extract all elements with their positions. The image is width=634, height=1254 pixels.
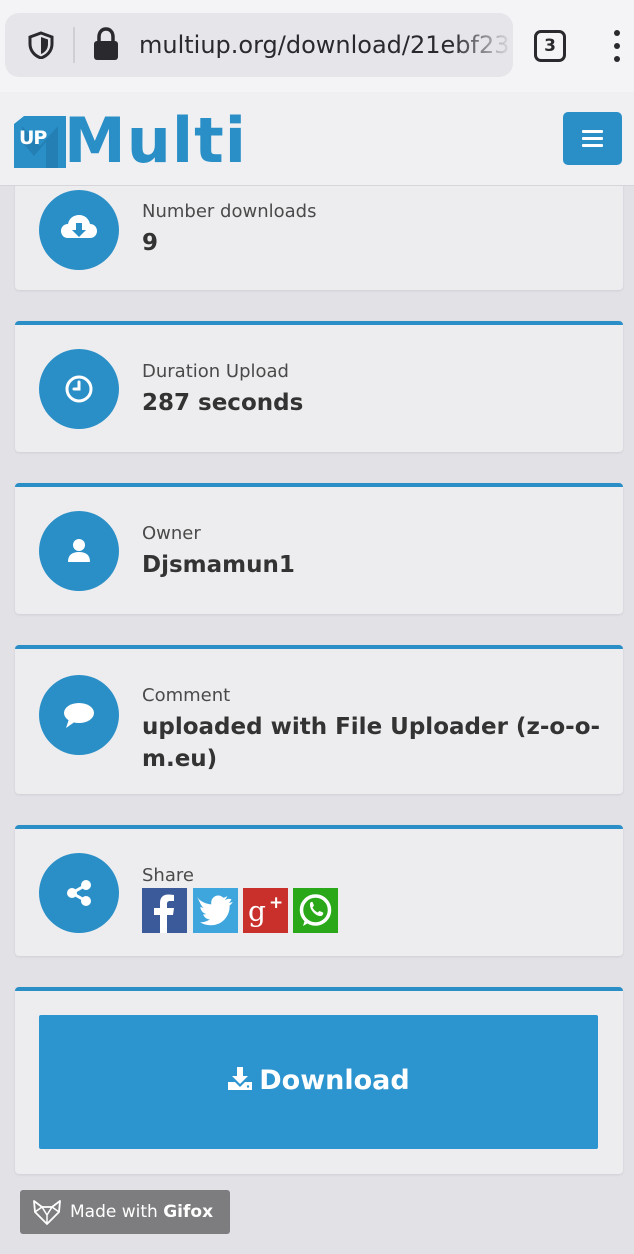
logo-badge-text: UP (19, 127, 47, 149)
facebook-icon[interactable] (142, 888, 187, 933)
gifox-watermark: Made with Gifox (20, 1190, 230, 1234)
duration-label: Duration Upload (142, 361, 289, 382)
browser-toolbar: multiup.org/download/21ebf239a77 3 (0, 0, 634, 92)
download-button-label: Download (39, 1063, 598, 1099)
svg-text:g: g (248, 895, 266, 928)
user-icon (39, 511, 119, 591)
download-icon (228, 1067, 253, 1090)
svg-text:+: + (269, 893, 283, 913)
lock-icon[interactable] (91, 27, 121, 61)
gifox-text: Made with Gifox (70, 1201, 213, 1223)
multiup-logo[interactable]: UP Multi (14, 104, 246, 177)
download-label-text: Download (259, 1065, 410, 1096)
whatsapp-icon[interactable] (293, 888, 338, 933)
downloads-value: 9 (142, 230, 159, 256)
owner-value: Djsmamun1 (142, 552, 295, 578)
downloads-label: Number downloads (142, 201, 317, 222)
owner-card: Owner Djsmamun1 (15, 483, 623, 614)
gifox-brand: Gifox (163, 1202, 214, 1222)
twitter-icon[interactable] (193, 888, 238, 933)
share-label: Share (142, 865, 194, 886)
url-fade (453, 13, 513, 77)
shield-icon[interactable] (27, 31, 55, 59)
clock-icon (39, 349, 119, 429)
comment-card: Comment uploaded with File Uploader (z-o… (15, 645, 623, 794)
logo-text: Multi (64, 104, 247, 177)
gifox-fox-icon (33, 1200, 61, 1225)
speech-bubble-icon (39, 675, 119, 755)
url-separator (73, 27, 75, 63)
gifox-prefix: Made with (70, 1202, 164, 1222)
tabs-count-button[interactable]: 3 (534, 30, 566, 62)
download-card: Download (15, 987, 623, 1174)
google-plus-icon[interactable]: g + (243, 888, 288, 933)
share-icon (39, 853, 119, 933)
browser-menu-icon[interactable] (610, 30, 624, 64)
site-header: UP Multi (0, 92, 634, 186)
cloud-download-icon (39, 190, 119, 270)
comment-label: Comment (142, 685, 231, 706)
duration-value: 287 seconds (142, 390, 304, 416)
duration-card: Duration Upload 287 seconds (15, 321, 623, 452)
download-button[interactable]: Download (39, 1015, 598, 1149)
hamburger-menu-button[interactable] (563, 112, 622, 165)
owner-label: Owner (142, 523, 201, 544)
address-bar[interactable]: multiup.org/download/21ebf239a77 (5, 13, 513, 77)
share-card: Share g + (15, 825, 623, 956)
comment-value: uploaded with File Uploader (z-o-o-m.eu) (142, 714, 601, 772)
share-buttons: g + (142, 888, 342, 933)
